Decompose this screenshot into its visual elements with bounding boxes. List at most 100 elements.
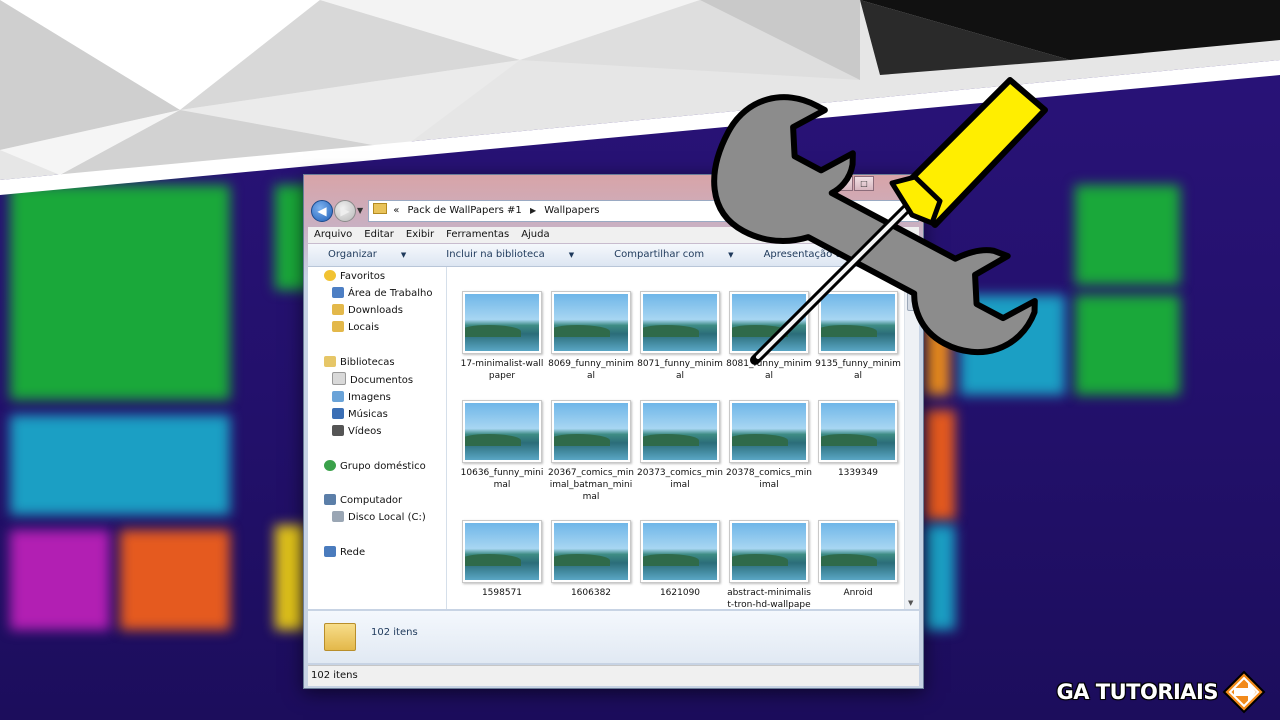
nav-documents-label: Documentos: [350, 375, 414, 386]
computer-icon: [324, 494, 336, 505]
nav-computer[interactable]: Computador: [324, 493, 402, 509]
nav-videos[interactable]: Vídeos: [332, 424, 381, 440]
image-thumbnail: [462, 400, 542, 463]
nav-favorites-label: Favoritos: [340, 271, 386, 282]
file-name: 1598571: [481, 588, 523, 598]
file-item[interactable]: Anroid: [813, 520, 903, 599]
nav-network-label: Rede: [340, 547, 366, 558]
nav-homegroup-label: Grupo doméstico: [340, 461, 426, 472]
nav-images-label: Imagens: [348, 392, 391, 403]
homegroup-icon: [324, 460, 336, 471]
folder-icon: [324, 623, 356, 651]
status-item-count: 102 itens: [311, 670, 358, 681]
music-icon: [332, 408, 344, 419]
include-label: Incluir na biblioteca: [446, 249, 545, 260]
nav-network[interactable]: Rede: [324, 545, 365, 561]
forward-arrow-icon: ▶: [340, 204, 350, 218]
star-icon: [324, 270, 336, 281]
menu-arquivo[interactable]: Arquivo: [308, 227, 358, 243]
file-name: 1606382: [570, 588, 612, 598]
file-name: 17-minimalist-wallpaper: [460, 359, 544, 381]
file-name: 20373_comics_minimal: [637, 468, 723, 490]
file-item[interactable]: 20367_comics_minimal_batman_minimal: [546, 400, 636, 503]
image-thumbnail: [551, 400, 631, 463]
image-thumbnail: [640, 400, 720, 463]
ga-tutoriais-logo: GA TUTORIAIS: [1056, 670, 1266, 714]
image-thumbnail: [729, 520, 809, 583]
file-item[interactable]: 20373_comics_minimal: [635, 400, 725, 491]
organize-button[interactable]: Organizar ▼: [308, 244, 426, 266]
file-name: 1621090: [659, 588, 701, 598]
drive-icon: [332, 511, 344, 522]
file-name: 1339349: [837, 468, 879, 478]
videos-icon: [332, 425, 344, 436]
nav-documents[interactable]: Documentos: [332, 372, 413, 388]
file-item[interactable]: 1621090: [635, 520, 725, 599]
navigation-pane: Favoritos Área de Trabalho Downloads Loc…: [308, 267, 447, 609]
nav-local-disk[interactable]: Disco Local (C:): [332, 510, 426, 526]
nav-downloads[interactable]: Downloads: [332, 303, 403, 319]
image-thumbnail: [462, 291, 542, 354]
file-item[interactable]: abstract-minimalist-tron-hd-wallpaper: [724, 520, 814, 609]
file-item[interactable]: 8069_funny_minimal: [546, 291, 636, 382]
nav-libraries-label: Bibliotecas: [340, 357, 395, 368]
nav-libraries[interactable]: Bibliotecas: [324, 355, 395, 371]
network-icon: [324, 546, 336, 557]
nav-places-label: Locais: [348, 322, 380, 333]
details-pane: 102 itens: [308, 610, 919, 663]
nav-local-disk-label: Disco Local (C:): [348, 512, 426, 523]
menu-ferramentas[interactable]: Ferramentas: [440, 227, 515, 243]
organize-label: Organizar: [328, 249, 377, 260]
breadcrumb-part-1[interactable]: Pack de WallPapers #1: [408, 205, 522, 216]
nav-downloads-label: Downloads: [348, 305, 403, 316]
image-thumbnail: [729, 400, 809, 463]
address-history[interactable]: «: [393, 205, 399, 216]
dropdown-icon: ▼: [568, 251, 575, 259]
desktop-icon: [332, 287, 344, 298]
image-thumbnail: [818, 520, 898, 583]
status-bar: 102 itens: [308, 665, 919, 686]
tools-icon: [711, 77, 1048, 365]
nav-videos-label: Vídeos: [348, 426, 382, 437]
history-dropdown-icon[interactable]: ▼: [357, 206, 363, 215]
image-thumbnail: [462, 520, 542, 583]
back-arrow-icon: ◀: [317, 204, 327, 218]
file-name: abstract-minimalist-tron-hd-wallpaper: [727, 588, 811, 609]
logo-text: GA TUTORIAIS: [1056, 680, 1218, 704]
file-item[interactable]: 10636_funny_minimal: [457, 400, 547, 491]
image-thumbnail: [551, 291, 631, 354]
file-item[interactable]: 20378_comics_minimal: [724, 400, 814, 491]
forward-button[interactable]: ▶: [334, 200, 356, 222]
menu-ajuda[interactable]: Ajuda: [515, 227, 555, 243]
details-item-count: 102 itens: [371, 627, 418, 638]
breadcrumb-separator-icon[interactable]: ▶: [530, 206, 536, 215]
images-icon: [332, 391, 344, 402]
nav-desktop-label: Área de Trabalho: [348, 288, 433, 299]
scroll-down-icon[interactable]: ▼: [908, 599, 913, 607]
file-item[interactable]: 17-minimalist-wallpaper: [457, 291, 547, 382]
breadcrumb-part-2[interactable]: Wallpapers: [544, 205, 599, 216]
nav-music-label: Músicas: [348, 409, 388, 420]
file-name: 20378_comics_minimal: [726, 468, 812, 490]
documents-icon: [332, 372, 346, 385]
folder-icon: [373, 203, 387, 214]
back-button[interactable]: ◀: [311, 200, 333, 222]
image-thumbnail: [818, 400, 898, 463]
nav-homegroup[interactable]: Grupo doméstico: [324, 459, 426, 475]
file-name: 10636_funny_minimal: [460, 468, 544, 490]
dropdown-icon: ▼: [400, 251, 407, 259]
file-item[interactable]: 1339349: [813, 400, 903, 479]
menu-exibir[interactable]: Exibir: [400, 227, 440, 243]
nav-desktop[interactable]: Área de Trabalho: [332, 286, 432, 302]
libraries-icon: [324, 356, 336, 367]
nav-places[interactable]: Locais: [332, 320, 379, 336]
file-name: 20367_comics_minimal_batman_minimal: [548, 468, 634, 502]
menu-editar[interactable]: Editar: [358, 227, 400, 243]
file-name: Anroid: [843, 588, 873, 598]
nav-favorites[interactable]: Favoritos: [324, 269, 385, 285]
nav-images[interactable]: Imagens: [332, 390, 391, 406]
nav-music[interactable]: Músicas: [332, 407, 388, 423]
file-item[interactable]: 1598571: [457, 520, 547, 599]
include-in-library-button[interactable]: Incluir na biblioteca ▼: [426, 244, 594, 266]
file-item[interactable]: 1606382: [546, 520, 636, 599]
